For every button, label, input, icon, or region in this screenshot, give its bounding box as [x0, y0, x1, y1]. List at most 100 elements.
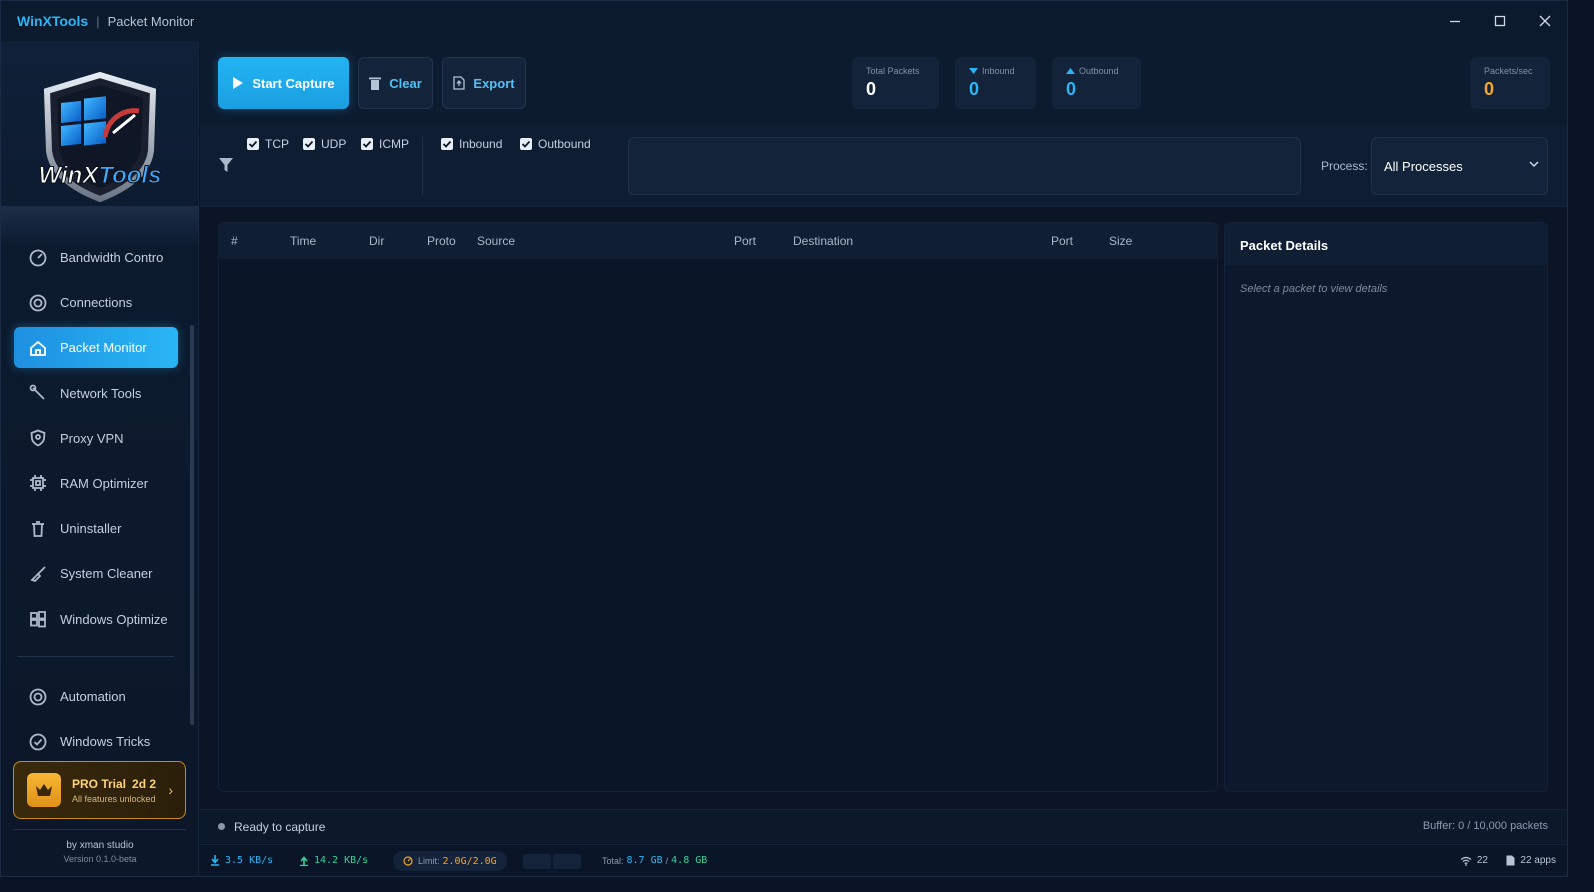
sidebar-item-label: Proxy VPN — [60, 430, 124, 446]
sidebar-item-system-cleaner[interactable]: System Cleaner — [14, 553, 178, 594]
app-window: WinXTools | Packet Monitor WinXTools Ban… — [0, 0, 1568, 877]
window-title: Packet Monitor — [107, 13, 195, 29]
column-header-source-port[interactable]: Port — [734, 234, 756, 248]
trash-icon — [369, 77, 382, 90]
outbound-label: Outbound — [538, 137, 591, 151]
pro-trial-card[interactable]: PRO Trial 2d 2 All features unlocked › — [13, 761, 186, 819]
column-header-proto[interactable]: Proto — [427, 234, 456, 248]
total-upload: 4.8 GB — [671, 855, 708, 866]
chevron-right-icon: › — [168, 782, 173, 798]
gauge-icon — [403, 856, 413, 866]
sidebar-item-network-tools[interactable]: Network Tools — [14, 373, 178, 414]
sidebar-item-label: Network Tools — [60, 385, 142, 401]
shield-icon — [28, 428, 48, 448]
process-select[interactable]: All Processes — [1371, 137, 1548, 195]
sidebar-item-proxy-vpn[interactable]: Proxy VPN — [14, 418, 178, 459]
minimize-icon — [1449, 20, 1460, 23]
column-header-time[interactable]: Time — [290, 234, 316, 248]
column-header-dest-port[interactable]: Port — [1051, 234, 1073, 248]
download-icon — [211, 855, 219, 866]
sidebar-scrollbar[interactable] — [190, 325, 194, 725]
sidebar-item-label: Automation — [60, 689, 126, 704]
sidebar-item-uninstaller[interactable]: Uninstaller — [14, 508, 178, 549]
filter-bar: TCP UDP ICMP Inbound Outbound Process: A… — [200, 125, 1567, 207]
home-icon — [28, 338, 48, 358]
tcp-checkbox[interactable]: TCP — [247, 137, 289, 151]
filter-search-input[interactable] — [628, 137, 1301, 195]
sidebar-item-connections[interactable]: Connections — [14, 282, 178, 323]
minimize-button[interactable] — [1432, 1, 1477, 41]
packet-table: # Time Dir Proto Source Port Destination… — [218, 222, 1218, 792]
process-label: Process: — [1321, 159, 1368, 173]
sidebar-divider — [17, 656, 174, 657]
start-capture-label: Start Capture — [252, 75, 335, 91]
packets-per-sec-stat: Packets/sec 0 — [1470, 57, 1550, 109]
trash-icon — [28, 519, 48, 539]
inbound-checkbox[interactable]: Inbound — [441, 137, 502, 151]
total-packets-stat: Total Packets 0 — [852, 57, 939, 109]
pro-trial-subtitle: All features unlocked — [72, 793, 156, 804]
stat-label: Packets/sec — [1484, 66, 1533, 76]
column-header-source[interactable]: Source — [477, 234, 515, 248]
target-icon — [28, 687, 48, 707]
sidebar-item-bandwidth-control[interactable]: Bandwidth Contro — [14, 237, 178, 278]
filter-divider — [422, 137, 423, 195]
sidebar-item-windows-optimizer[interactable]: Windows Optimize — [14, 599, 178, 640]
udp-label: UDP — [321, 137, 347, 151]
sidebar-item-windows-tricks[interactable]: Windows Tricks — [14, 721, 178, 762]
stat-label-text: Inbound — [982, 66, 1015, 76]
udp-checkbox[interactable]: UDP — [303, 137, 346, 151]
app-logo: WinXTools — [1, 41, 199, 211]
stat-value: 0 — [1484, 79, 1495, 99]
pro-title-label: PRO Trial — [72, 776, 127, 791]
chip-icon — [28, 473, 48, 493]
column-header-size[interactable]: Size — [1109, 234, 1132, 248]
logo-shield-icon: WinXTools — [38, 71, 162, 203]
broom-icon — [28, 564, 48, 584]
outbound-checkbox[interactable]: Outbound — [520, 137, 591, 151]
sidebar-item-label: Uninstaller — [60, 521, 122, 537]
status-indicator — [218, 823, 225, 830]
clear-label: Clear — [389, 75, 422, 91]
download-speed: 3.5 KB/s — [210, 855, 273, 866]
pro-days-remaining: 2d 2 — [132, 776, 157, 791]
document-icon — [1506, 855, 1515, 866]
sidebar-item-label: Windows Optimize — [60, 611, 168, 627]
limit-value: 2.0G/2.0G — [442, 855, 497, 867]
column-header-destination[interactable]: Destination — [793, 234, 853, 248]
mini-indicator-1 — [523, 854, 551, 869]
sidebar-item-label: System Cleaner — [60, 566, 153, 582]
sidebar-item-label: RAM Optimizer — [60, 475, 149, 491]
close-button[interactable] — [1522, 1, 1567, 41]
export-button[interactable]: Export — [442, 57, 526, 109]
column-header-dir[interactable]: Dir — [369, 234, 384, 248]
mini-indicator-2 — [553, 854, 581, 869]
total-traffic: Total: 8.7 GB / 4.8 GB — [602, 855, 707, 866]
icmp-checkbox[interactable]: ICMP — [361, 137, 409, 151]
download-speed-value: 3.5 KB/s — [225, 855, 274, 866]
gauge-icon — [28, 248, 48, 268]
sidebar-item-packet-monitor[interactable]: Packet Monitor — [14, 327, 178, 369]
maximize-icon — [1494, 15, 1505, 27]
sidebar-item-label: Connections — [60, 295, 133, 311]
filter-icon — [219, 158, 233, 172]
connections-count: 22 — [1460, 855, 1488, 866]
clear-button[interactable]: Clear — [358, 57, 433, 109]
column-header-number[interactable]: # — [231, 234, 238, 248]
titlebar: WinXTools | Packet Monitor — [1, 1, 1567, 41]
sidebar: WinXTools Bandwidth Contro Connections P… — [1, 41, 199, 876]
bottom-bar: 3.5 KB/s 14.2 KB/s Limit: 2.0G/2.0G Tota… — [200, 844, 1567, 876]
bandwidth-limit[interactable]: Limit: 2.0G/2.0G — [393, 851, 507, 871]
sidebar-item-automation[interactable]: Automation — [14, 676, 178, 717]
inbound-stat: Inbound 0 — [955, 57, 1036, 109]
sidebar-item-ram-optimizer[interactable]: RAM Optimizer — [14, 463, 178, 504]
version-text: Version 0.1.0-beta — [63, 854, 137, 864]
toolbar: Start Capture Clear Export Total Packets… — [200, 41, 1567, 125]
maximize-button[interactable] — [1477, 1, 1522, 41]
export-label: Export — [473, 75, 515, 91]
sidebar-item-label: Windows Tricks — [60, 734, 151, 750]
start-capture-button[interactable]: Start Capture — [218, 57, 349, 109]
stat-label-text: Outbound — [1079, 66, 1119, 76]
checkbox-checked-icon — [520, 138, 532, 150]
connections-count-value: 22 — [1476, 855, 1488, 866]
